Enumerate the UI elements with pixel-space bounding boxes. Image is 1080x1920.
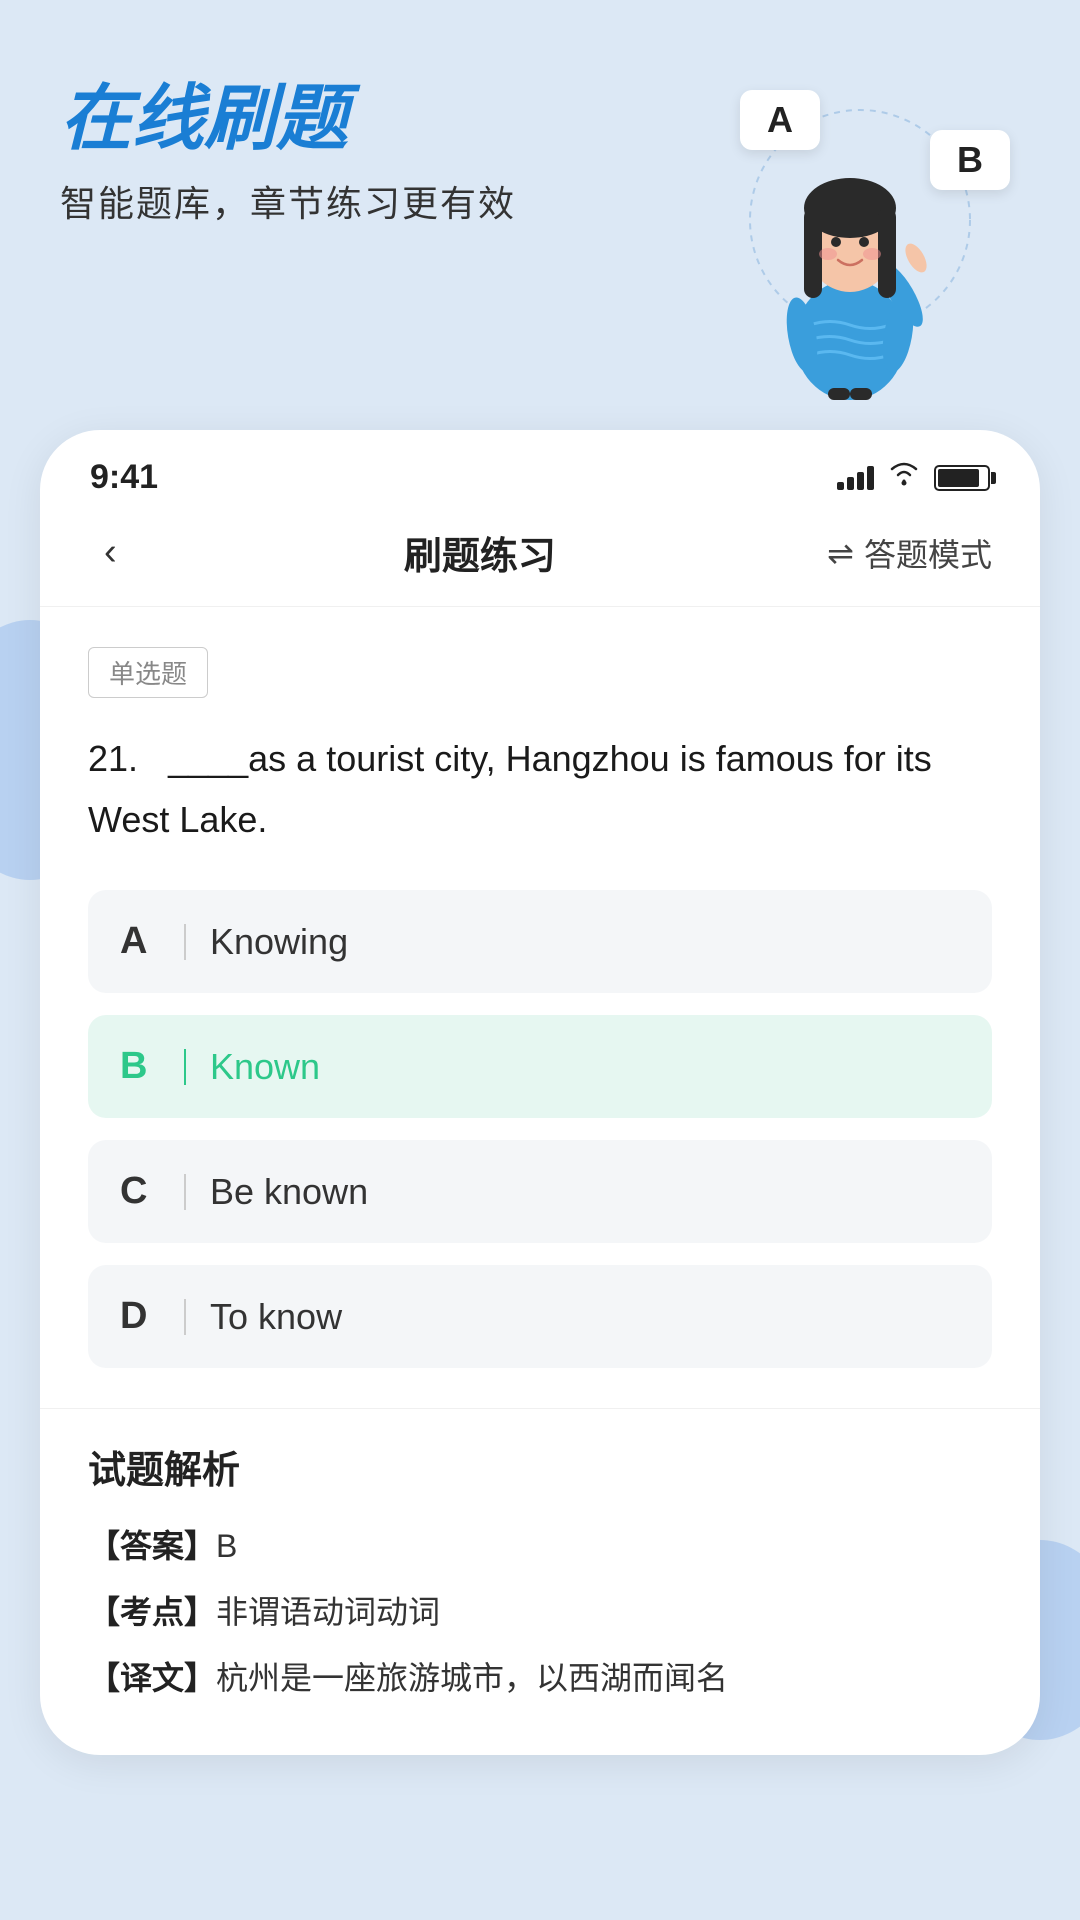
answer-mode-icon: ⇌ [827,534,854,572]
header-area: 在线刷题 智能题库，章节练习更有效 A B [0,0,1080,400]
question-area: 单选题 21. ____as a tourist city, Hangzhou … [40,607,1040,1398]
translation-label: 【译文】 [88,1660,216,1696]
wifi-icon [888,461,920,494]
analysis-section: 试题解析 【答案】B 【考点】非谓语动词动词 【译文】杭州是一座旅游城市，以西湖… [40,1408,1040,1755]
hero-illustration: A B [680,80,1020,400]
answer-label: 【答案】 [88,1528,216,1564]
option-d-letter: D [120,1295,160,1338]
question-text: 21. ____as a tourist city, Hangzhou is f… [88,728,992,850]
option-b-divider [184,1049,186,1085]
option-b[interactable]: B Known [88,1015,992,1118]
option-d[interactable]: D To know [88,1265,992,1368]
question-number: 21. [88,738,138,779]
battery-icon [934,465,990,491]
analysis-point: 【考点】非谓语动词动词 [88,1584,992,1642]
answer-value: B [216,1528,237,1564]
nav-title: 刷题练习 [404,525,556,580]
girl-character [740,140,960,400]
analysis-answer: 【答案】B [88,1518,992,1576]
option-a-divider [184,924,186,960]
nav-bar: ‹ 刷题练习 ⇌ 答题模式 [40,513,1040,607]
answer-mode-label: 答题模式 [864,530,992,576]
option-c-divider [184,1174,186,1210]
question-type-badge: 单选题 [88,647,208,698]
question-blank: ____ [168,738,248,779]
status-icons [837,461,990,494]
option-a-letter: A [120,920,160,963]
status-time: 9:41 [90,458,158,497]
back-button[interactable]: ‹ [88,523,133,582]
point-value: 非谓语动词动词 [216,1594,440,1630]
option-a-text: Knowing [210,921,348,963]
status-bar: 9:41 [40,430,1040,513]
option-b-letter: B [120,1045,160,1088]
point-label: 【考点】 [88,1594,216,1630]
option-b-text: Known [210,1046,320,1088]
analysis-translation: 【译文】杭州是一座旅游城市，以西湖而闻名 [88,1650,992,1708]
option-d-divider [184,1299,186,1335]
option-d-text: To know [210,1296,342,1338]
options-list: A Knowing B Known C Be known D To know [88,890,992,1398]
battery-fill [938,469,979,487]
signal-icon [837,466,874,490]
analysis-title: 试题解析 [88,1439,992,1494]
app-title: 在线刷题 [60,80,680,159]
app-subtitle: 智能题库，章节练习更有效 [60,175,680,227]
nav-right[interactable]: ⇌ 答题模式 [827,530,992,576]
option-c[interactable]: C Be known [88,1140,992,1243]
option-c-text: Be known [210,1171,368,1213]
phone-mockup: 9:41 ‹ 刷题练习 [40,430,1040,1755]
option-a[interactable]: A Knowing [88,890,992,993]
option-c-letter: C [120,1170,160,1213]
header-text: 在线刷题 智能题库，章节练习更有效 [60,80,680,227]
translation-value: 杭州是一座旅游城市，以西湖而闻名 [216,1660,728,1696]
